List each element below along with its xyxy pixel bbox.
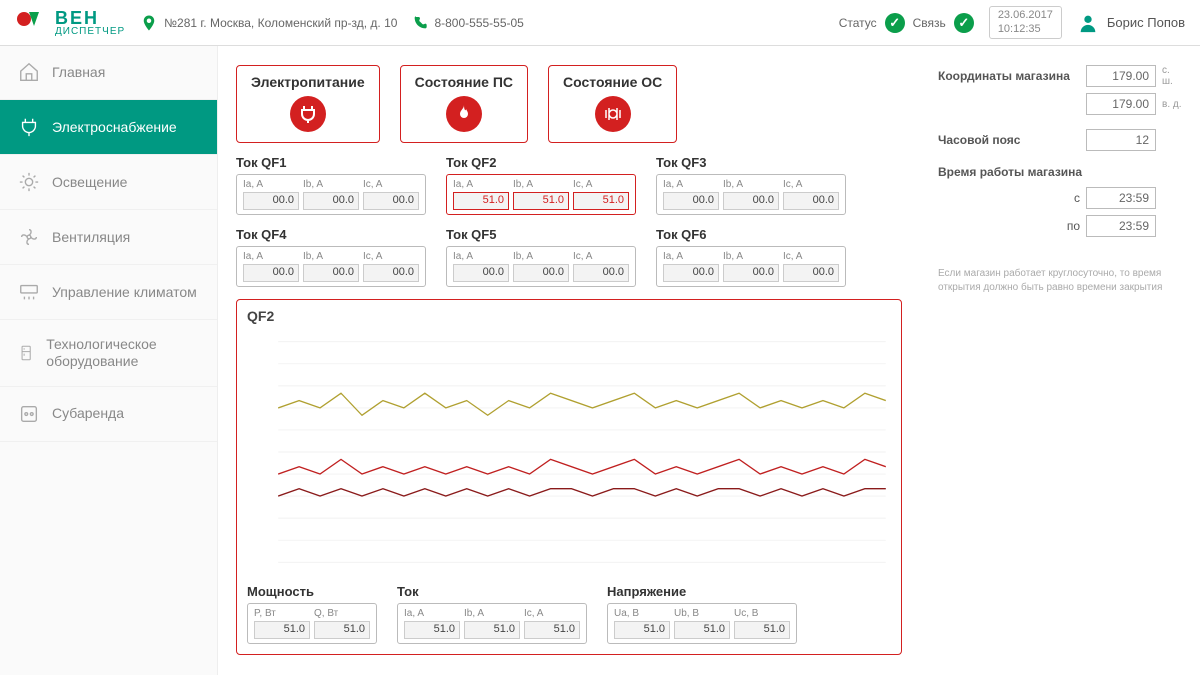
alert-icon [446,96,482,132]
alert-icon [290,96,326,132]
fan-icon [18,226,40,248]
logo-subtitle: ДИСПЕТЧЕР [55,27,125,37]
address-text: №281 г. Москва, Коломенский пр-зд, д. 10 [164,16,397,30]
chart-plot[interactable] [247,328,891,576]
plug-icon [18,116,40,138]
right-panel: Координаты магазина с. ш. в. д. Часовой … [920,45,1200,675]
hours-note: Если магазин работает круглосуточно, то … [938,267,1182,295]
alert-card-1[interactable]: Состояние ПС [400,65,528,143]
nav-climate[interactable]: Управление климатом [0,265,217,320]
current-title: Ток [397,584,587,599]
qf-block-4: Ток QF4Ia, A00.0Ib, A00.0Ic, A00.0 [236,227,426,287]
alert-card-0[interactable]: Электропитание [236,65,380,143]
nav-sublease[interactable]: Субаренда [0,387,217,442]
power-values: P, Вт51.0 Q, Вт51.0 [247,603,377,644]
close-time-input[interactable] [1086,215,1156,237]
timezone-input[interactable] [1086,129,1156,151]
nav-power[interactable]: Электроснабжение [0,100,217,155]
voltage-values: Ua, В51.0 Ub, В51.0 Uc, В51.0 [607,603,797,644]
nav-home[interactable]: Главная [0,45,217,100]
qf-block-2: Ток QF2Ia, A51.0Ib, A51.0Ic, A51.0 [446,155,636,215]
status-label: Статус [839,16,877,30]
status-indicator: ✓ [885,13,905,33]
chart-title: QF2 [247,308,891,324]
date-text: 23.06.2017 [998,9,1053,22]
connection-label: Связь [913,16,946,30]
time-text: 10:12:35 [998,23,1053,36]
sidebar: Главная Электроснабжение Освещение Венти… [0,45,218,675]
open-time-input[interactable] [1086,187,1156,209]
voltage-title: Напряжение [607,584,797,599]
power-title: Мощность [247,584,377,599]
logo: ВЕН ДИСПЕТЧЕР [15,9,125,37]
ac-icon [18,281,40,303]
logo-title: ВЕН [55,9,125,27]
current-values: Ia, A51.0 Ib, A51.0 Ic, A51.0 [397,603,587,644]
timezone-label: Часовой пояс [938,133,1080,147]
home-icon [18,61,40,83]
qf-block-5: Ток QF5Ia, A00.0Ib, A00.0Ic, A00.0 [446,227,636,287]
phone-text: 8-800-555-55-05 [434,16,523,30]
coords-label: Координаты магазина [938,69,1080,83]
qf-block-6: Ток QF6Ia, A00.0Ib, A00.0Ic, A00.0 [656,227,846,287]
longitude-input[interactable] [1086,93,1156,115]
alert-icon [595,96,631,132]
nav-lighting[interactable]: Освещение [0,155,217,210]
socket-icon [18,403,40,425]
hours-label: Время работы магазина [938,165,1182,179]
datetime-box: 23.06.2017 10:12:35 [989,6,1062,38]
user-icon [1077,12,1099,34]
user-menu[interactable]: Борис Попов [1077,12,1185,34]
nav-ventilation[interactable]: Вентиляция [0,210,217,265]
chart-panel: QF2 Мощность P, Вт51.0 Q, Вт51.0 Ток Ia,… [236,299,902,655]
latitude-input[interactable] [1086,65,1156,87]
nav-equipment[interactable]: Технологическое оборудование [0,320,217,387]
phone-icon [412,15,428,31]
fridge-icon [18,342,34,364]
pin-icon [140,12,158,34]
connection-indicator: ✓ [954,13,974,33]
qf-block-1: Ток QF1Ia, A00.0Ib, A00.0Ic, A00.0 [236,155,426,215]
alert-card-2[interactable]: Состояние ОС [548,65,677,143]
user-name: Борис Попов [1107,15,1185,30]
bulb-icon [18,171,40,193]
qf-block-3: Ток QF3Ia, A00.0Ib, A00.0Ic, A00.0 [656,155,846,215]
